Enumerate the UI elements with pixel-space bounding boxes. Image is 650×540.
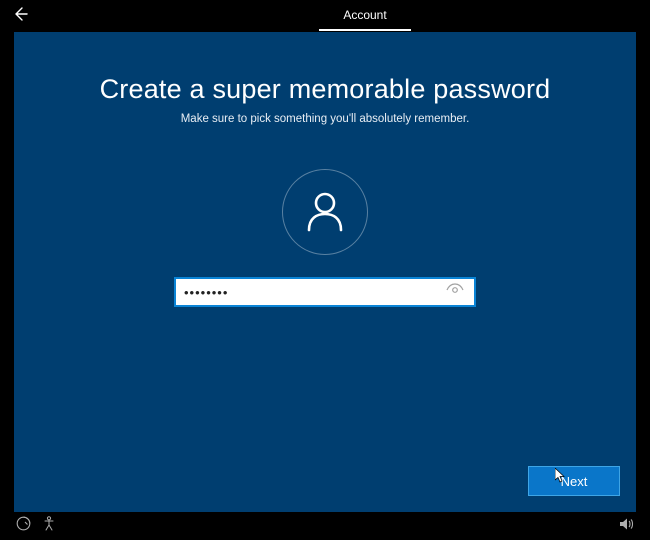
accessibility-button[interactable] — [36, 512, 62, 540]
back-button[interactable] — [0, 0, 40, 32]
tab-label: Account — [343, 8, 386, 22]
volume-button[interactable] — [614, 512, 640, 540]
accessibility-icon — [42, 516, 56, 536]
password-reveal-icon — [446, 283, 464, 302]
bottom-bar — [0, 512, 650, 540]
back-arrow-icon — [12, 6, 28, 27]
top-bar: Account — [0, 0, 650, 32]
main-panel: Create a super memorable password Make s… — [14, 32, 636, 512]
password-field[interactable] — [174, 277, 476, 307]
password-input[interactable] — [184, 285, 444, 300]
next-button[interactable]: Next — [528, 466, 620, 496]
user-avatar-icon — [301, 186, 349, 239]
password-reveal-button[interactable] — [444, 283, 466, 302]
ease-of-access-button[interactable] — [10, 512, 36, 540]
tab-account[interactable]: Account — [319, 2, 410, 31]
volume-icon — [619, 517, 635, 536]
user-avatar — [282, 169, 368, 255]
page-subtitle: Make sure to pick something you'll absol… — [181, 113, 470, 125]
page-title: Create a super memorable password — [100, 74, 551, 105]
next-button-label: Next — [561, 474, 588, 489]
ease-of-access-icon — [16, 516, 31, 536]
